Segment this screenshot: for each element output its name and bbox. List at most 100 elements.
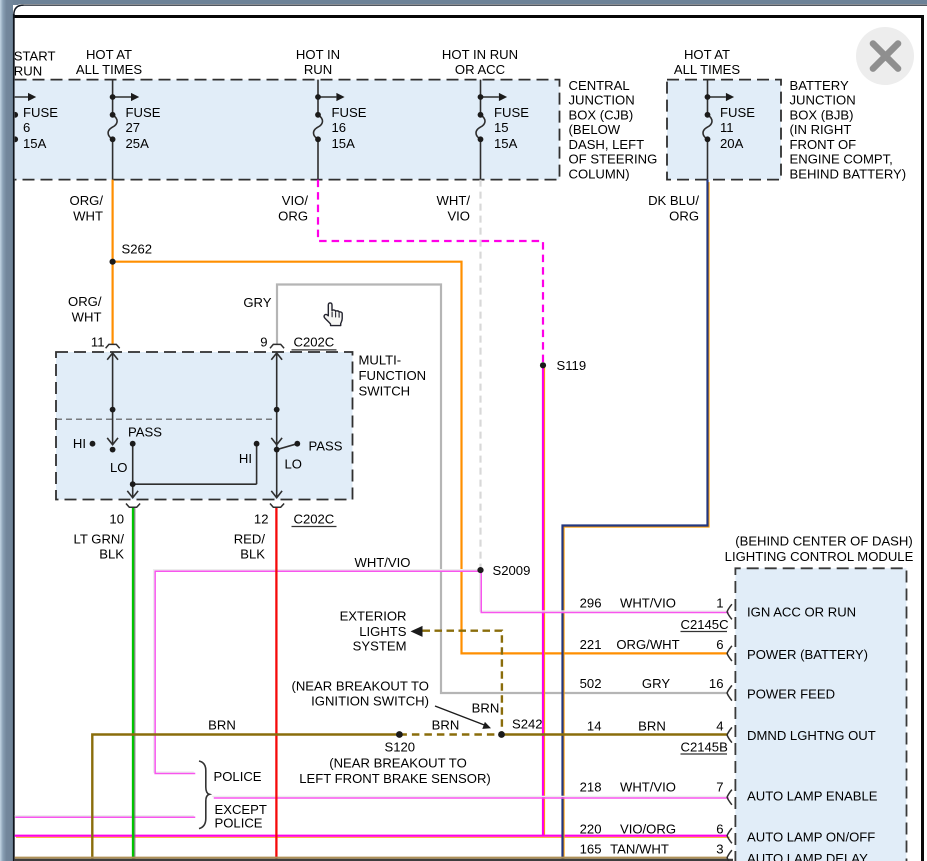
- svg-text:ORG/: ORG/: [68, 294, 102, 309]
- svg-text:FUSE: FUSE: [126, 105, 161, 120]
- svg-text:START: START: [14, 49, 56, 64]
- svg-text:S2009: S2009: [493, 563, 531, 578]
- svg-text:ALL TIMES: ALL TIMES: [76, 62, 142, 77]
- svg-text:502: 502: [580, 676, 602, 691]
- svg-text:RED/: RED/: [234, 532, 266, 547]
- svg-text:OF STEERING: OF STEERING: [569, 152, 658, 167]
- svg-text:HI: HI: [239, 451, 252, 466]
- svg-text:BLK: BLK: [99, 547, 124, 562]
- svg-text:LO: LO: [110, 460, 127, 475]
- svg-text:CENTRAL: CENTRAL: [569, 78, 630, 93]
- svg-text:S120: S120: [385, 740, 416, 755]
- svg-text:C202C: C202C: [294, 334, 335, 349]
- svg-text:4: 4: [716, 718, 723, 733]
- svg-text:C2145B: C2145B: [681, 740, 729, 755]
- svg-text:HOT AT: HOT AT: [86, 47, 132, 62]
- svg-text:AUTO LAMP DELAY: AUTO LAMP DELAY: [747, 851, 868, 861]
- svg-text:COLUMN): COLUMN): [569, 166, 630, 181]
- svg-text:10: 10: [109, 512, 124, 527]
- svg-text:(BEHIND CENTER OF DASH): (BEHIND CENTER OF DASH): [735, 533, 913, 548]
- svg-text:(BELOW: (BELOW: [569, 122, 621, 137]
- svg-text:(NEAR BREAKOUT TO: (NEAR BREAKOUT TO: [291, 678, 429, 693]
- svg-text:BLK: BLK: [240, 547, 265, 562]
- svg-text:POWER FEED: POWER FEED: [747, 687, 835, 702]
- svg-text:WHT: WHT: [72, 310, 102, 325]
- svg-text:DASH, LEFT: DASH, LEFT: [569, 137, 645, 152]
- svg-text:VIO/: VIO/: [282, 193, 309, 208]
- svg-text:FUSE: FUSE: [494, 105, 529, 120]
- svg-text:HI: HI: [73, 436, 86, 451]
- svg-text:HOT IN RUN: HOT IN RUN: [442, 47, 518, 62]
- svg-text:LEFT FRONT BRAKE SENSOR): LEFT FRONT BRAKE SENSOR): [299, 771, 491, 786]
- svg-text:BRN: BRN: [208, 718, 236, 733]
- svg-text:EXTERIOR: EXTERIOR: [340, 609, 407, 624]
- svg-text:6: 6: [716, 637, 723, 652]
- svg-text:JUNCTION: JUNCTION: [790, 93, 856, 108]
- svg-text:16: 16: [332, 120, 347, 135]
- svg-text:218: 218: [580, 780, 602, 795]
- svg-text:ORG/WHT: ORG/WHT: [616, 637, 679, 652]
- svg-text:220: 220: [580, 821, 602, 836]
- svg-text:C2145C: C2145C: [681, 617, 729, 632]
- svg-text:POWER (BATTERY): POWER (BATTERY): [747, 647, 868, 662]
- svg-text:HOT AT: HOT AT: [684, 47, 730, 62]
- svg-text:S262: S262: [122, 242, 153, 257]
- svg-text:3: 3: [716, 842, 723, 857]
- svg-text:15: 15: [494, 120, 509, 135]
- svg-text:POLICE: POLICE: [214, 769, 262, 784]
- svg-text:165: 165: [580, 842, 602, 857]
- svg-text:PASS: PASS: [309, 438, 343, 453]
- svg-text:POLICE: POLICE: [215, 816, 263, 831]
- svg-text:LIGHTING CONTROL MODULE: LIGHTING CONTROL MODULE: [725, 549, 914, 564]
- svg-text:1: 1: [716, 596, 723, 611]
- svg-text:296: 296: [580, 596, 602, 611]
- svg-text:C202C: C202C: [294, 512, 335, 527]
- svg-text:BATTERY: BATTERY: [790, 78, 849, 93]
- svg-text:WHT/: WHT/: [437, 193, 471, 208]
- svg-text:WHT/VIO: WHT/VIO: [620, 780, 676, 795]
- svg-text:9: 9: [260, 334, 267, 349]
- svg-text:FRONT OF: FRONT OF: [790, 137, 857, 152]
- svg-text:14: 14: [587, 718, 602, 733]
- svg-text:6: 6: [716, 821, 723, 836]
- svg-text:VIO: VIO: [447, 209, 470, 224]
- svg-text:FUSE: FUSE: [23, 105, 58, 120]
- svg-text:15A: 15A: [332, 136, 356, 151]
- svg-text:WHT/VIO: WHT/VIO: [620, 596, 676, 611]
- svg-text:LO: LO: [285, 456, 302, 471]
- svg-text:ALL TIMES: ALL TIMES: [674, 62, 740, 77]
- svg-text:ORG: ORG: [278, 209, 308, 224]
- svg-text:IGNITION SWITCH): IGNITION SWITCH): [311, 693, 429, 708]
- svg-text:SWITCH: SWITCH: [359, 384, 411, 399]
- svg-text:S119: S119: [557, 358, 587, 373]
- svg-text:PASS: PASS: [128, 424, 162, 439]
- svg-text:25A: 25A: [126, 136, 150, 151]
- svg-text:IGN ACC OR RUN: IGN ACC OR RUN: [747, 605, 856, 620]
- svg-text:TAN/WHT: TAN/WHT: [610, 842, 669, 857]
- svg-text:RUN: RUN: [14, 64, 42, 79]
- svg-text:OR ACC: OR ACC: [455, 62, 505, 77]
- svg-text:6: 6: [23, 120, 30, 135]
- svg-text:27: 27: [126, 120, 141, 135]
- svg-text:(IN RIGHT: (IN RIGHT: [790, 122, 852, 137]
- svg-text:S242: S242: [512, 717, 543, 732]
- svg-text:BOX (BJB): BOX (BJB): [790, 107, 854, 122]
- svg-text:20A: 20A: [720, 136, 744, 151]
- svg-text:HOT IN: HOT IN: [296, 47, 340, 62]
- svg-text:DK BLU/: DK BLU/: [648, 193, 699, 208]
- svg-text:ENGINE COMPT,: ENGINE COMPT,: [790, 152, 893, 167]
- svg-text:11: 11: [720, 120, 734, 135]
- svg-text:FUSE: FUSE: [332, 105, 367, 120]
- svg-text:15A: 15A: [23, 136, 47, 151]
- svg-text:ORG/: ORG/: [70, 193, 104, 208]
- svg-text:JUNCTION: JUNCTION: [569, 93, 635, 108]
- svg-text:BOX (CJB): BOX (CJB): [569, 107, 634, 122]
- svg-text:WHT/VIO: WHT/VIO: [354, 555, 410, 570]
- svg-text:BRN: BRN: [472, 701, 500, 716]
- svg-text:WHT: WHT: [73, 209, 103, 224]
- svg-text:LT GRN/: LT GRN/: [74, 532, 125, 547]
- svg-text:RUN: RUN: [304, 62, 332, 77]
- svg-text:MULTI-: MULTI-: [359, 353, 402, 368]
- svg-text:ORG: ORG: [669, 209, 699, 224]
- svg-text:15A: 15A: [494, 136, 518, 151]
